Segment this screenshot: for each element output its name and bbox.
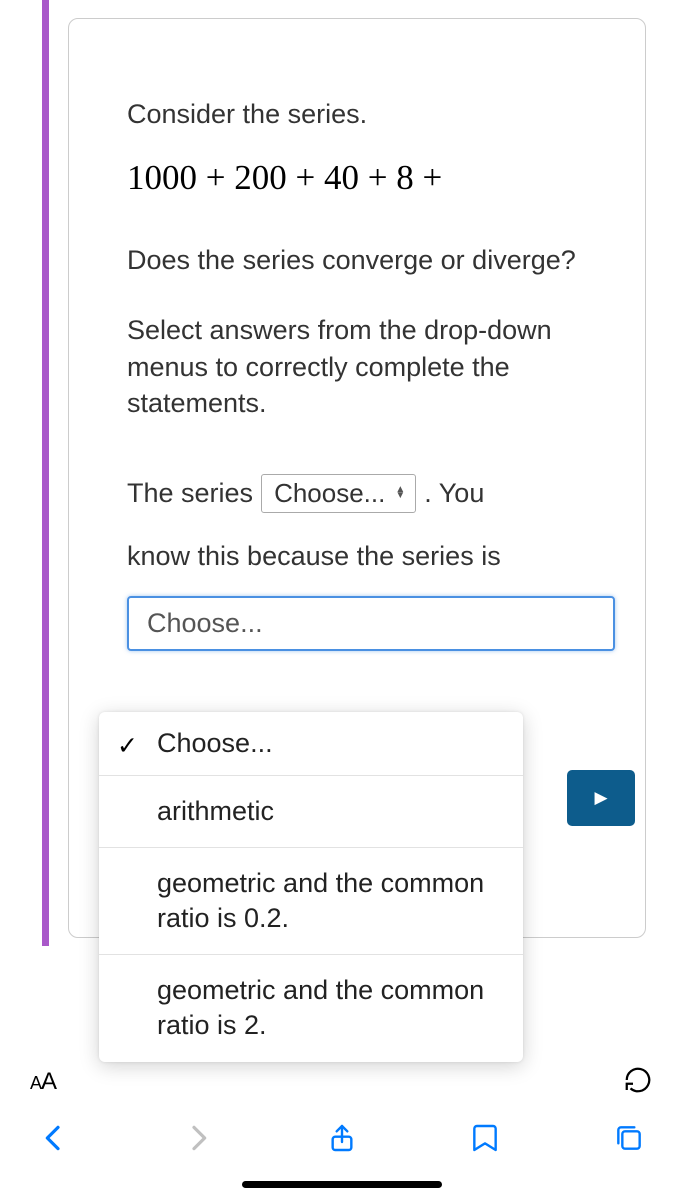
- dropdown2-label: Choose...: [147, 608, 263, 639]
- option-geometric-2[interactable]: geometric and the common ratio is 2.: [99, 955, 523, 1061]
- option-placeholder[interactable]: ✓ Choose...: [99, 712, 523, 776]
- prompt-select: Select answers from the drop-down menus …: [127, 312, 609, 421]
- sidebar-accent: [42, 0, 49, 946]
- check-icon: ✓: [117, 730, 138, 763]
- dropdown-series-type[interactable]: Choose...: [127, 596, 615, 651]
- option-geometric-02[interactable]: geometric and the common ratio is 0.2.: [99, 848, 523, 955]
- series-expression: 1000 + 200 + 40 + 8 +: [127, 158, 609, 198]
- option-geometric-02-label: geometric and the common ratio is 0.2.: [157, 868, 484, 933]
- sentence-know-because: know this because the series is: [127, 541, 609, 572]
- option-arithmetic[interactable]: arithmetic: [99, 776, 523, 848]
- sentence-part1: The series: [127, 478, 253, 509]
- option-arithmetic-label: arithmetic: [157, 796, 274, 826]
- dropdown-options-panel: ✓ Choose... arithmetic geometric and the…: [99, 712, 523, 1062]
- text-size-button[interactable]: AA: [30, 1068, 56, 1096]
- prompt-consider: Consider the series.: [127, 99, 609, 130]
- prompt-converge: Does the series converge or diverge?: [127, 242, 609, 278]
- back-icon[interactable]: [38, 1122, 70, 1154]
- dropdown-converge-diverge[interactable]: Choose... ▲▼: [261, 474, 416, 513]
- option-geometric-2-label: geometric and the common ratio is 2.: [157, 975, 484, 1040]
- next-button[interactable]: ▶: [567, 770, 635, 826]
- sentence-row-1: The series Choose... ▲▼ . You: [127, 474, 609, 513]
- home-indicator[interactable]: [242, 1181, 442, 1188]
- tabs-icon[interactable]: [613, 1122, 645, 1154]
- option-placeholder-label: Choose...: [157, 728, 273, 758]
- safari-url-toolbar: AA: [0, 1048, 683, 1116]
- aa-large: A: [41, 1068, 56, 1095]
- dropdown1-label: Choose...: [274, 478, 385, 509]
- updown-icon: ▲▼: [395, 487, 405, 499]
- bookmarks-icon[interactable]: [469, 1122, 501, 1154]
- aa-small: A: [30, 1073, 41, 1093]
- sentence-part2: . You: [424, 478, 484, 509]
- forward-icon[interactable]: [182, 1122, 214, 1154]
- refresh-icon[interactable]: [623, 1065, 653, 1100]
- play-icon: ▶: [594, 788, 607, 808]
- share-icon[interactable]: [326, 1122, 358, 1154]
